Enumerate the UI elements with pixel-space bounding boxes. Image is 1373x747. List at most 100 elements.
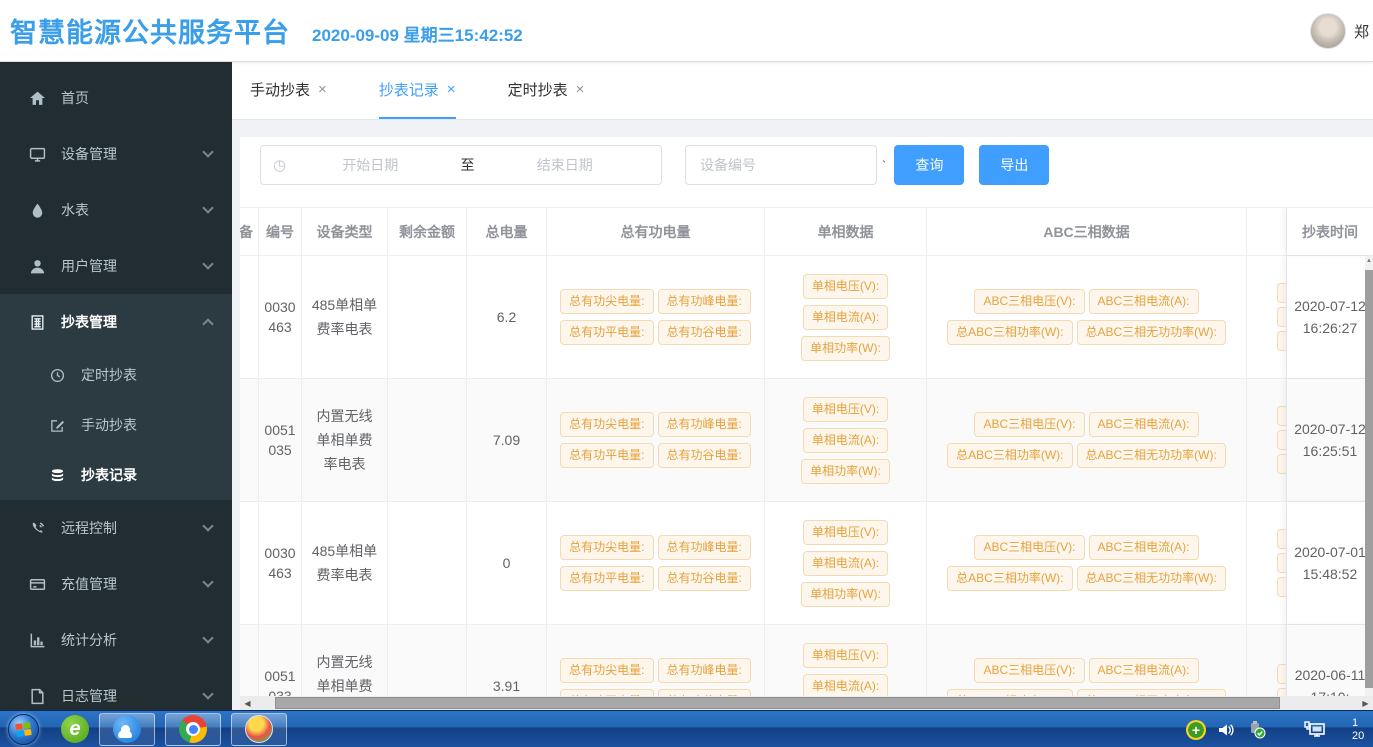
col-three-phase: ABC三相数据 xyxy=(927,208,1247,255)
cell-device-type: 内置无线单相单费率电表 xyxy=(302,625,388,696)
speaker-icon[interactable] xyxy=(1216,720,1236,740)
usb-device-icon[interactable] xyxy=(1246,720,1268,740)
database-icon xyxy=(48,466,66,484)
sidebar-submenu: 定时抄表 手动抄表 抄表记录 xyxy=(0,350,232,500)
tag-abc-current: ABC三相电流(A): xyxy=(1089,658,1199,683)
table-row[interactable]: 0051033 内置无线单相单费率电表 3.91 总有功尖电量:总有功峰电量: … xyxy=(240,625,1373,696)
tab-manual-reading[interactable]: 手动抄表 × xyxy=(250,62,327,119)
app-title: 智慧能源公共服务平台 xyxy=(10,11,290,50)
tab-scheduled-reading[interactable]: 定时抄表 × xyxy=(508,62,585,119)
clipped-tag xyxy=(1277,688,1286,696)
chevron-down-icon xyxy=(202,688,213,699)
windows-logo-icon xyxy=(15,721,33,737)
cell-device-no: 0030463 xyxy=(259,256,302,378)
cell-three-phase: ABC三相电压(V):ABC三相电流(A): 总ABC三相功率(W):总ABC三… xyxy=(927,502,1247,624)
sidebar-item-label: 用户管理 xyxy=(61,256,117,276)
card-icon xyxy=(28,575,46,593)
antivirus-tray-icon[interactable]: + xyxy=(1186,720,1206,740)
tag-abc-power: 总ABC三相功率(W): xyxy=(947,320,1072,345)
network-icon[interactable] xyxy=(1302,719,1328,741)
col-read-time: 抄表时间 xyxy=(1287,208,1373,255)
cell-balance xyxy=(388,379,467,501)
date-range-separator: 至 xyxy=(455,155,481,175)
sidebar-item-manual-reading[interactable]: 手动抄表 xyxy=(0,400,232,450)
cell-active-energy: 总有功尖电量:总有功峰电量: 总有功平电量:总有功谷电量: xyxy=(547,379,765,501)
sidebar-item-remote-control[interactable]: 远程控制 xyxy=(0,500,232,556)
sidebar-item-water-meter[interactable]: 水表 xyxy=(0,182,232,238)
tab-label: 抄表记录 xyxy=(379,79,439,100)
cell-active-energy: 总有功尖电量:总有功峰电量: 总有功平电量:总有功谷电量: xyxy=(547,502,765,624)
vertical-scroll-thumb[interactable] xyxy=(1365,270,1373,688)
end-date-placeholder[interactable]: 结束日期 xyxy=(481,155,649,175)
scroll-right-arrow[interactable]: ▶ xyxy=(1358,696,1373,710)
tag-flat: 总有功平电量: xyxy=(560,689,653,696)
col-clipped: 备 xyxy=(240,208,259,255)
avatar[interactable] xyxy=(1310,13,1346,49)
tab-reading-records[interactable]: 抄表记录 × xyxy=(379,62,456,119)
table-header-row: 备 编号 设备类型 剩余金额 总电量 总有功电量 单相数据 ABC三相数据 抄表… xyxy=(240,208,1373,256)
cell-read-time: 2020-07-12 16:26:27 xyxy=(1287,256,1373,378)
table-row[interactable]: 0051035 内置无线单相单费率电表 7.09 总有功尖电量:总有功峰电量: … xyxy=(240,379,1373,502)
tag-abc-voltage: ABC三相电压(V): xyxy=(974,535,1084,560)
cell-device-type: 485单相单费率电表 xyxy=(302,502,388,624)
col-device-no: 编号 xyxy=(259,208,302,255)
sidebar-item-users[interactable]: 用户管理 xyxy=(0,238,232,294)
cell-total-energy: 0 xyxy=(467,502,547,624)
tag-high: 总有功峰电量: xyxy=(658,535,751,560)
sidebar-item-recharge[interactable]: 充值管理 xyxy=(0,556,232,612)
sidebar: 首页 设备管理 水表 用户管理 抄表管理 定时抄表 xyxy=(0,62,232,747)
tag-abc-power: 总ABC三相功率(W): xyxy=(947,689,1072,696)
table-row[interactable]: 0030463 485单相单费率电表 6.2 总有功尖电量:总有功峰电量: 总有… xyxy=(240,256,1373,379)
sidebar-item-scheduled-reading[interactable]: 定时抄表 xyxy=(0,350,232,400)
export-button[interactable]: 导出 xyxy=(979,145,1049,185)
col-balance: 剩余金额 xyxy=(388,208,467,255)
scroll-up-arrow[interactable]: ▲ xyxy=(1365,256,1373,266)
system-tray: + 1 20 xyxy=(1186,711,1373,747)
taskbar-clock[interactable]: 1 20 xyxy=(1352,717,1373,743)
close-icon[interactable]: × xyxy=(576,81,585,98)
user-menu[interactable]: 郑 xyxy=(1310,0,1369,62)
sidebar-item-label: 远程控制 xyxy=(61,518,117,538)
close-icon[interactable]: × xyxy=(318,81,327,98)
device-number-input[interactable] xyxy=(685,145,877,185)
sidebar-item-reading-records[interactable]: 抄表记录 xyxy=(0,450,232,500)
table-row[interactable]: 0030463 485单相单费率电表 0 总有功尖电量:总有功峰电量: 总有功平… xyxy=(240,502,1373,625)
clipped-tag xyxy=(1277,529,1286,549)
cell-balance xyxy=(388,256,467,378)
col-device-type: 设备类型 xyxy=(302,208,388,255)
qq-browser-task[interactable] xyxy=(99,713,155,746)
scroll-left-arrow[interactable]: ◀ xyxy=(240,696,255,710)
tag-abc-voltage: ABC三相电压(V): xyxy=(974,412,1084,437)
cell-single-phase: 单相电压(V): 单相电流(A): 单相功率(W): xyxy=(765,625,927,696)
cell-read-time: 2020-07-12 16:25:51 xyxy=(1287,379,1373,501)
clipped-tag xyxy=(1277,307,1286,327)
cell-three-phase: ABC三相电压(V):ABC三相电流(A): 总ABC三相功率(W):总ABC三… xyxy=(927,256,1247,378)
sidebar-item-home[interactable]: 首页 xyxy=(0,70,232,126)
sidebar-item-label: 设备管理 xyxy=(61,144,117,164)
horizontal-scroll-thumb[interactable] xyxy=(275,697,1280,709)
start-button[interactable] xyxy=(8,714,39,745)
browser-360-icon[interactable]: e xyxy=(61,715,89,743)
chevron-down-icon xyxy=(202,146,213,157)
sidebar-item-meter-management[interactable]: 抄表管理 xyxy=(0,294,232,350)
chrome-task[interactable] xyxy=(165,713,221,746)
sidebar-item-devices[interactable]: 设备管理 xyxy=(0,126,232,182)
photo-app-task[interactable] xyxy=(231,713,287,746)
query-button[interactable]: 查询 xyxy=(894,145,964,185)
tag-current: 单相电流(A): xyxy=(803,428,888,453)
sidebar-item-label: 日志管理 xyxy=(61,686,117,706)
start-date-placeholder[interactable]: 开始日期 xyxy=(286,155,454,175)
horizontal-scrollbar[interactable]: ◀ ▶ xyxy=(240,696,1373,710)
date-range-picker[interactable]: ◷ 开始日期 至 结束日期 xyxy=(260,145,662,185)
vertical-scrollbar[interactable]: ▲ xyxy=(1365,256,1373,696)
cell-balance xyxy=(388,502,467,624)
cell-hidden xyxy=(1247,379,1287,501)
cell-total-energy: 6.2 xyxy=(467,256,547,378)
sidebar-item-label: 抄表管理 xyxy=(61,312,117,332)
tag-valley: 总有功谷电量: xyxy=(658,566,751,591)
chevron-down-icon xyxy=(202,632,213,643)
records-table: 备 编号 设备类型 剩余金额 总电量 总有功电量 单相数据 ABC三相数据 抄表… xyxy=(240,207,1373,696)
close-icon[interactable]: × xyxy=(447,81,456,98)
cell-hidden xyxy=(1247,256,1287,378)
sidebar-item-statistics[interactable]: 统计分析 xyxy=(0,612,232,668)
